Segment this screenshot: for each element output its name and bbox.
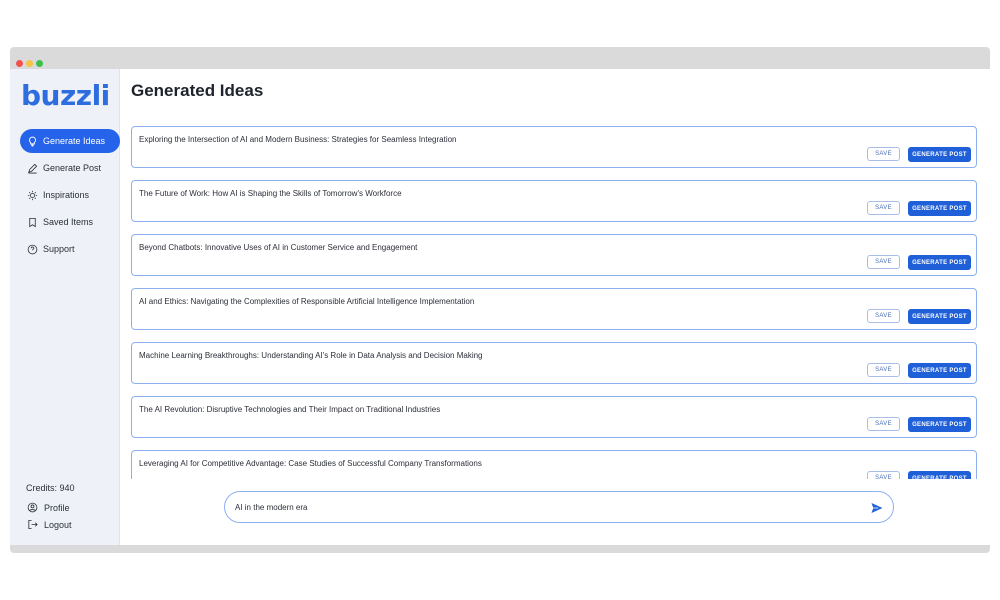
lightbulb-icon xyxy=(26,135,38,147)
sidebar-item-support[interactable]: Support xyxy=(20,237,120,261)
sidebar-nav: Generate Ideas Generate Post Inspiration… xyxy=(10,129,120,264)
sidebar-item-label: Support xyxy=(43,244,75,254)
help-circle-icon xyxy=(26,243,38,255)
sidebar-item-generate-post[interactable]: Generate Post xyxy=(20,156,120,180)
idea-card: Machine Learning Breakthroughs: Understa… xyxy=(131,342,977,384)
idea-title: Machine Learning Breakthroughs: Understa… xyxy=(139,351,483,360)
maximize-window-button[interactable] xyxy=(36,60,43,67)
app-container: buzzli Generate Ideas Generate Post Insp… xyxy=(10,69,990,545)
main-content: Generated Ideas Exploring the Intersecti… xyxy=(121,69,990,545)
logout-link[interactable]: Logout xyxy=(26,516,116,533)
profile-link[interactable]: Profile xyxy=(26,499,116,516)
minimize-window-button[interactable] xyxy=(26,60,33,67)
save-button[interactable]: SAVE xyxy=(867,417,900,431)
window-titlebar xyxy=(10,47,990,69)
generate-post-button[interactable]: GENERATE POST xyxy=(908,147,971,162)
idea-title: Leveraging AI for Competitive Advantage:… xyxy=(139,459,482,468)
generate-post-button[interactable]: GENERATE POST xyxy=(908,363,971,378)
screenshot-stage: buzzli Generate Ideas Generate Post Insp… xyxy=(0,0,1000,600)
sidebar-footer: Credits: 940 Profile Logout xyxy=(26,483,116,533)
idea-card: The AI Revolution: Disruptive Technologi… xyxy=(131,396,977,438)
idea-title: The AI Revolution: Disruptive Technologi… xyxy=(139,405,441,414)
close-window-button[interactable] xyxy=(16,60,23,67)
sparkle-bulb-icon xyxy=(26,189,38,201)
prompt-bar xyxy=(224,491,894,523)
save-button[interactable]: SAVE xyxy=(867,363,900,377)
sidebar-item-generate-ideas[interactable]: Generate Ideas xyxy=(20,129,120,153)
idea-card: Leveraging AI for Competitive Advantage:… xyxy=(131,450,977,479)
save-button[interactable]: SAVE xyxy=(867,309,900,323)
page-title: Generated Ideas xyxy=(131,81,264,100)
browser-window: buzzli Generate Ideas Generate Post Insp… xyxy=(10,47,990,553)
sidebar-item-label: Generate Ideas xyxy=(43,136,106,146)
sidebar: buzzli Generate Ideas Generate Post Insp… xyxy=(10,69,120,545)
generate-post-button[interactable]: GENERATE POST xyxy=(908,255,971,270)
sidebar-item-saved-items[interactable]: Saved Items xyxy=(20,210,120,234)
logout-icon xyxy=(26,519,38,531)
pencil-icon xyxy=(26,162,38,174)
idea-card: Beyond Chatbots: Innovative Uses of AI i… xyxy=(131,234,977,276)
idea-card: Exploring the Intersection of AI and Mod… xyxy=(131,126,977,168)
credits-counter: Credits: 940 xyxy=(26,483,75,493)
save-button[interactable]: SAVE xyxy=(867,255,900,269)
generate-post-button[interactable]: GENERATE POST xyxy=(908,309,971,324)
topic-input[interactable] xyxy=(235,499,835,515)
generate-post-button[interactable]: GENERATE POST xyxy=(908,417,971,432)
save-button[interactable]: SAVE xyxy=(867,201,900,215)
ideas-list[interactable]: Exploring the Intersection of AI and Mod… xyxy=(131,126,977,479)
generate-post-button[interactable]: GENERATE POST xyxy=(908,471,971,479)
sidebar-item-inspirations[interactable]: Inspirations xyxy=(20,183,120,207)
idea-card: AI and Ethics: Navigating the Complexiti… xyxy=(131,288,977,330)
buzzli-logo[interactable]: buzzli xyxy=(21,79,110,112)
idea-title: Exploring the Intersection of AI and Mod… xyxy=(139,135,457,144)
logout-label: Logout xyxy=(44,519,72,530)
profile-label: Profile xyxy=(44,502,70,513)
idea-card: The Future of Work: How AI is Shaping th… xyxy=(131,180,977,222)
idea-title: AI and Ethics: Navigating the Complexiti… xyxy=(139,297,475,306)
send-icon[interactable] xyxy=(870,501,884,515)
bookmark-icon xyxy=(26,216,38,228)
idea-title: Beyond Chatbots: Innovative Uses of AI i… xyxy=(139,243,418,252)
sidebar-item-label: Inspirations xyxy=(43,190,90,200)
user-circle-icon xyxy=(26,502,38,514)
generate-post-button[interactable]: GENERATE POST xyxy=(908,201,971,216)
idea-title: The Future of Work: How AI is Shaping th… xyxy=(139,189,402,198)
save-button[interactable]: SAVE xyxy=(867,471,900,479)
save-button[interactable]: SAVE xyxy=(867,147,900,161)
sidebar-item-label: Generate Post xyxy=(43,163,102,173)
sidebar-item-label: Saved Items xyxy=(43,217,94,227)
